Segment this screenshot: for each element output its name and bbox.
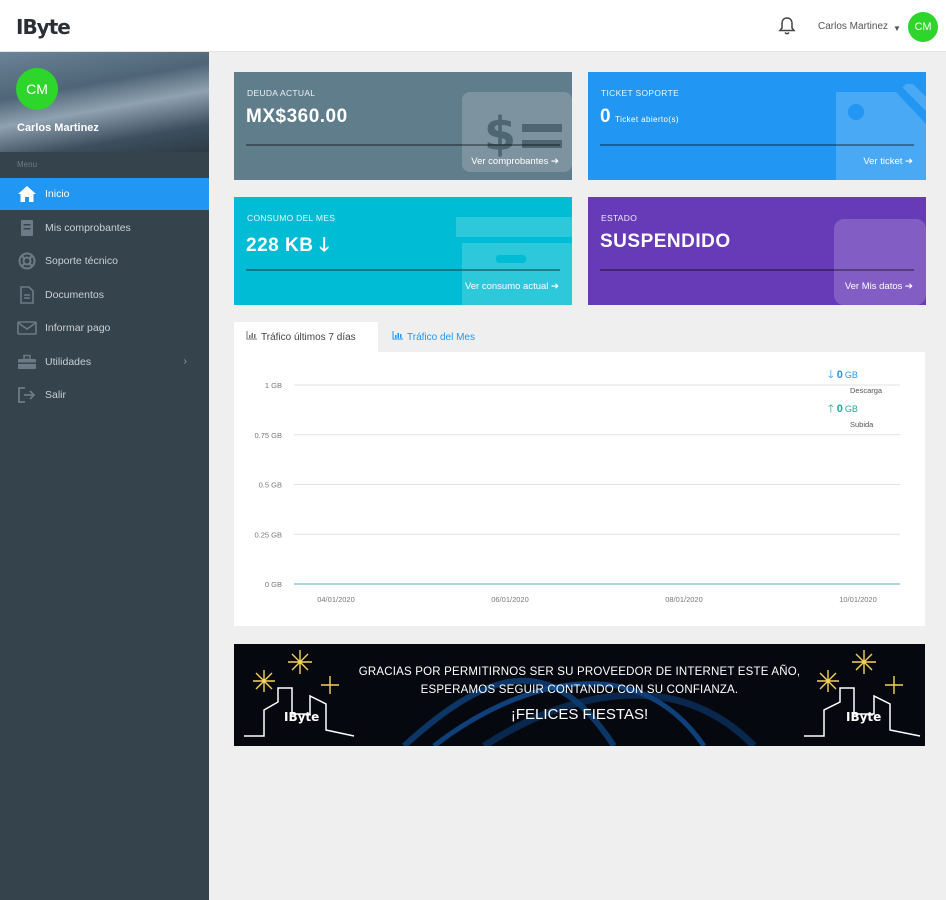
bell-icon[interactable]	[778, 16, 796, 36]
y-tick-label: 0.5 GB	[259, 481, 282, 490]
view-ticket-link[interactable]: Ver ticket ➔	[863, 156, 913, 167]
sidebar-item-utilidades[interactable]: Utilidades ›	[0, 346, 209, 378]
card-value: MX$360.00	[246, 106, 348, 127]
sidebar-item-label: Informar pago	[45, 322, 111, 334]
x-tick-label: 04/01/2020	[317, 595, 355, 604]
sidebar-item-salir[interactable]: Salir	[0, 379, 209, 411]
sidebar-item-label: Inicio	[45, 188, 70, 200]
chart-icon	[392, 331, 403, 343]
toolbox-icon	[17, 353, 37, 371]
sidebar-item-soporte-tecnico[interactable]: Soporte técnico	[0, 245, 209, 277]
banner-logo: IByte	[284, 710, 320, 724]
card-value: 0 Ticket abierto(s)	[600, 106, 679, 127]
legend-upload: 🡑 0 GB Subida	[828, 400, 873, 429]
sidebar-item-label: Salir	[45, 389, 67, 401]
top-bar: IByte Carlos Martinez ▼ CM	[0, 0, 946, 52]
arrow-right-icon: ➔	[905, 156, 913, 167]
envelope-icon	[17, 319, 37, 337]
card-title: ESTADO	[601, 213, 638, 223]
y-tick-label: 0.25 GB	[254, 530, 282, 539]
view-receipts-link[interactable]: Ver comprobantes ➔	[471, 156, 559, 167]
menu-label: Menu	[17, 160, 38, 169]
banner-message-line3: ¡FELICES FIESTAS!	[510, 706, 649, 723]
legend-unit: GB	[844, 370, 858, 380]
chart-icon	[246, 331, 257, 343]
sidebar: CM Carlos Martinez Menu Inicio Mis compr…	[0, 52, 209, 900]
y-tick-label: 0.75 GB	[254, 431, 282, 440]
sidebar-item-label: Mis comprobantes	[45, 222, 131, 234]
legend-value: 0	[836, 369, 843, 381]
x-tick-label: 06/01/2020	[491, 595, 529, 604]
x-tick-label: 10/01/2020	[839, 595, 877, 604]
banner-logo: IByte	[846, 710, 882, 724]
sidebar-item-label: Soporte técnico	[45, 255, 118, 267]
card-status: ESTADO SUSPENDIDO Ver Mis datos ➔	[588, 197, 926, 305]
tab-traffic-7-days[interactable]: Tráfico últimos 7 días	[234, 322, 378, 352]
lifebuoy-icon	[17, 252, 37, 270]
chevron-down-icon[interactable]: ▼	[893, 24, 901, 33]
y-tick-label: 1 GB	[265, 381, 282, 390]
card-debt: $ DEUDA ACTUAL MX$360.00 Ver comprobante…	[234, 72, 572, 180]
banner-message-line1: GRACIAS POR PERMITIRNOS SER SU PROVEEDOR…	[358, 666, 801, 678]
tab-traffic-month[interactable]: Tráfico del Mes	[380, 322, 500, 352]
document-icon	[17, 286, 37, 304]
legend-download: 🡓 0 GB Descarga	[828, 366, 882, 395]
arrow-right-icon: ➔	[551, 156, 559, 167]
arrow-down-icon: 🡓	[319, 235, 330, 256]
profile-avatar: CM	[16, 68, 58, 110]
sidebar-item-documentos[interactable]: Documentos	[0, 279, 209, 311]
card-value: SUSPENDIDO	[600, 231, 731, 252]
card-usage: CONSUMO DEL MES 228 KB 🡓 Ver consumo act…	[234, 197, 572, 305]
legend-unit: GB	[844, 404, 858, 414]
view-usage-link[interactable]: Ver consumo actual ➔	[465, 281, 559, 292]
divider	[246, 144, 560, 146]
svg-text:$: $	[484, 107, 516, 161]
logo-text: IByte	[16, 15, 71, 39]
sidebar-item-label: Documentos	[45, 289, 104, 301]
legend-value: 0	[836, 403, 843, 415]
card-title: DEUDA ACTUAL	[247, 88, 316, 98]
app-logo[interactable]: IByte	[16, 12, 71, 42]
arrow-down-icon: 🡓	[828, 369, 834, 381]
traffic-chart: 1 GB 0.75 GB 0.5 GB 0.25 GB 0 GB 04/01/2020 06…	[234, 352, 925, 626]
card-value: 228 KB 🡓	[246, 235, 330, 256]
chart-canvas: 1 GB 0.75 GB 0.5 GB 0.25 GB 0 GB 04/01/2020 06…	[254, 381, 900, 604]
sidebar-item-informar-pago[interactable]: Informar pago	[0, 312, 209, 344]
view-my-data-link[interactable]: Ver Mis datos ➔	[845, 281, 913, 292]
logout-icon	[17, 386, 37, 404]
card-ticket: TICKET SOPORTE 0 Ticket abierto(s) Ver ti…	[588, 72, 926, 180]
profile-name: Carlos Martinez	[17, 122, 99, 134]
x-tick-label: 08/01/2020	[665, 595, 703, 604]
legend-caption: Subida	[850, 420, 874, 429]
card-title: TICKET SOPORTE	[601, 88, 680, 98]
card-title: CONSUMO DEL MES	[247, 213, 336, 223]
banner-message-line2: ESPERAMOS SEGUIR CONTANDO CON SU CONFIAN…	[420, 684, 739, 696]
sidebar-item-label: Utilidades	[45, 356, 92, 368]
divider	[600, 269, 914, 271]
card-subtitle: Ticket abierto(s)	[615, 115, 679, 124]
divider	[246, 269, 560, 271]
arrow-up-icon: 🡑	[828, 403, 834, 415]
legend-caption: Descarga	[850, 386, 883, 395]
arrow-right-icon: ➔	[905, 281, 913, 292]
sidebar-item-mis-comprobantes[interactable]: Mis comprobantes	[0, 212, 209, 244]
y-tick-label: 0 GB	[265, 580, 282, 589]
arrow-right-icon: ➔	[551, 281, 559, 292]
divider	[600, 144, 914, 146]
receipt-icon	[17, 219, 37, 237]
profile-header: CM Carlos Martinez	[0, 52, 209, 152]
holiday-banner[interactable]: GRACIAS POR PERMITIRNOS SER SU PROVEEDOR…	[234, 644, 925, 746]
sidebar-item-inicio[interactable]: Inicio	[0, 178, 209, 210]
chevron-right-icon: ›	[183, 356, 187, 367]
user-menu[interactable]: Carlos Martinez	[818, 21, 888, 32]
home-icon	[17, 185, 37, 203]
avatar[interactable]: CM	[908, 12, 938, 42]
